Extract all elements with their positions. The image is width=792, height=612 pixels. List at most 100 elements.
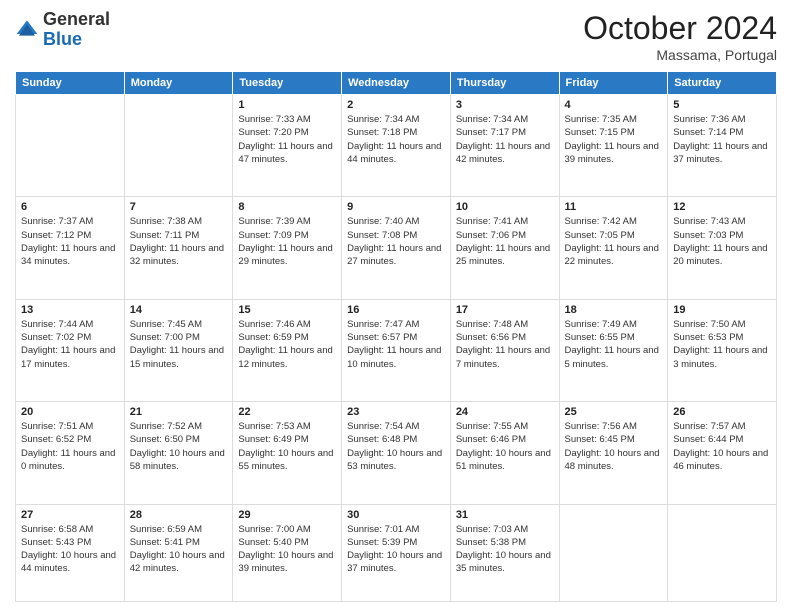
table-row: 10Sunrise: 7:41 AMSunset: 7:06 PMDayligh… [450, 197, 559, 299]
logo-icon [15, 18, 39, 42]
day-number: 4 [565, 99, 663, 111]
day-info: Sunrise: 7:50 AMSunset: 6:53 PMDaylight:… [673, 318, 771, 371]
day-number: 22 [238, 406, 336, 418]
table-row: 31Sunrise: 7:03 AMSunset: 5:38 PMDayligh… [450, 504, 559, 602]
calendar-week-row: 6 Sunrise: 7:37 AMSunset: 7:12 PMDaylight… [16, 197, 777, 299]
header-thursday: Thursday [450, 72, 559, 95]
day-info: Sunrise: 7:37 AMSunset: 7:12 PMDaylight:… [21, 215, 119, 268]
day-number: 6 [21, 201, 119, 213]
day-number: 11 [565, 201, 663, 213]
day-number: 1 [238, 99, 336, 111]
table-row: 28Sunrise: 6:59 AMSunset: 5:41 PMDayligh… [124, 504, 233, 602]
table-row: 12Sunrise: 7:43 AMSunset: 7:03 PMDayligh… [668, 197, 777, 299]
header-wednesday: Wednesday [342, 72, 451, 95]
day-info: Sunrise: 7:55 AMSunset: 6:46 PMDaylight:… [456, 420, 554, 473]
day-number: 8 [238, 201, 336, 213]
day-info: Sunrise: 7:52 AMSunset: 6:50 PMDaylight:… [130, 420, 228, 473]
day-number: 15 [238, 304, 336, 316]
day-number: 3 [456, 99, 554, 111]
day-number: 10 [456, 201, 554, 213]
location: Massama, Portugal [583, 47, 777, 63]
table-row: 11 Sunrise: 7:42 AMSunset: 7:05 PMDayligh… [559, 197, 668, 299]
calendar-page: General Blue October 2024 Massama, Portu… [0, 0, 792, 612]
day-info: Sunrise: 6:58 AMSunset: 5:43 PMDaylight:… [21, 523, 119, 576]
calendar-week-row: 1 Sunrise: 7:33 AMSunset: 7:20 PMDaylight… [16, 95, 777, 197]
table-row: 13 Sunrise: 7:44 AMSunset: 7:02 PMDayligh… [16, 299, 125, 401]
logo-blue-text: Blue [43, 29, 82, 49]
logo-general-text: General [43, 9, 110, 29]
table-row: 21 Sunrise: 7:52 AMSunset: 6:50 PMDayligh… [124, 402, 233, 504]
table-row: 27 Sunrise: 6:58 AMSunset: 5:43 PMDayligh… [16, 504, 125, 602]
table-row: 22 Sunrise: 7:53 AMSunset: 6:49 PMDayligh… [233, 402, 342, 504]
table-row [559, 504, 668, 602]
calendar-week-row: 20 Sunrise: 7:51 AMSunset: 6:52 PMDayligh… [16, 402, 777, 504]
table-row: 19 Sunrise: 7:50 AMSunset: 6:53 PMDayligh… [668, 299, 777, 401]
day-info: Sunrise: 7:46 AMSunset: 6:59 PMDaylight:… [238, 318, 336, 371]
table-row: 1 Sunrise: 7:33 AMSunset: 7:20 PMDaylight… [233, 95, 342, 197]
day-number: 9 [347, 201, 445, 213]
day-number: 25 [565, 406, 663, 418]
day-info: Sunrise: 7:44 AMSunset: 7:02 PMDaylight:… [21, 318, 119, 371]
table-row: 2Sunrise: 7:34 AMSunset: 7:18 PMDaylight… [342, 95, 451, 197]
days-header-row: Sunday Monday Tuesday Wednesday Thursday… [16, 72, 777, 95]
day-info: Sunrise: 7:56 AMSunset: 6:45 PMDaylight:… [565, 420, 663, 473]
table-row: 8 Sunrise: 7:39 AMSunset: 7:09 PMDaylight… [233, 197, 342, 299]
day-number: 26 [673, 406, 771, 418]
day-info: Sunrise: 7:43 AMSunset: 7:03 PMDaylight:… [673, 215, 771, 268]
table-row: 14Sunrise: 7:45 AMSunset: 7:00 PMDayligh… [124, 299, 233, 401]
day-info: Sunrise: 7:00 AMSunset: 5:40 PMDaylight:… [238, 523, 336, 576]
day-info: Sunrise: 7:34 AMSunset: 7:17 PMDaylight:… [456, 113, 554, 166]
table-row: 6 Sunrise: 7:37 AMSunset: 7:12 PMDaylight… [16, 197, 125, 299]
day-number: 20 [21, 406, 119, 418]
table-row: 17 Sunrise: 7:48 AMSunset: 6:56 PMDayligh… [450, 299, 559, 401]
day-info: Sunrise: 7:33 AMSunset: 7:20 PMDaylight:… [238, 113, 336, 166]
day-number: 23 [347, 406, 445, 418]
day-info: Sunrise: 7:39 AMSunset: 7:09 PMDaylight:… [238, 215, 336, 268]
logo: General Blue [15, 10, 110, 50]
table-row: 23 Sunrise: 7:54 AMSunset: 6:48 PMDayligh… [342, 402, 451, 504]
calendar-table: Sunday Monday Tuesday Wednesday Thursday… [15, 71, 777, 602]
header: General Blue October 2024 Massama, Portu… [15, 10, 777, 63]
day-info: Sunrise: 7:53 AMSunset: 6:49 PMDaylight:… [238, 420, 336, 473]
day-number: 5 [673, 99, 771, 111]
day-number: 19 [673, 304, 771, 316]
day-number: 21 [130, 406, 228, 418]
day-info: Sunrise: 7:38 AMSunset: 7:11 PMDaylight:… [130, 215, 228, 268]
table-row [16, 95, 125, 197]
day-info: Sunrise: 7:36 AMSunset: 7:14 PMDaylight:… [673, 113, 771, 166]
table-row: 29 Sunrise: 7:00 AMSunset: 5:40 PMDayligh… [233, 504, 342, 602]
day-number: 24 [456, 406, 554, 418]
day-info: Sunrise: 7:03 AMSunset: 5:38 PMDaylight:… [456, 523, 554, 576]
table-row: 30 Sunrise: 7:01 AMSunset: 5:39 PMDayligh… [342, 504, 451, 602]
day-number: 27 [21, 509, 119, 521]
day-info: Sunrise: 7:51 AMSunset: 6:52 PMDaylight:… [21, 420, 119, 473]
day-number: 7 [130, 201, 228, 213]
day-info: Sunrise: 7:42 AMSunset: 7:05 PMDaylight:… [565, 215, 663, 268]
table-row [124, 95, 233, 197]
day-info: Sunrise: 7:57 AMSunset: 6:44 PMDaylight:… [673, 420, 771, 473]
table-row: 3 Sunrise: 7:34 AMSunset: 7:17 PMDaylight… [450, 95, 559, 197]
table-row: 26 Sunrise: 7:57 AMSunset: 6:44 PMDayligh… [668, 402, 777, 504]
header-sunday: Sunday [16, 72, 125, 95]
calendar-week-row: 27 Sunrise: 6:58 AMSunset: 5:43 PMDayligh… [16, 504, 777, 602]
day-number: 13 [21, 304, 119, 316]
table-row: 18Sunrise: 7:49 AMSunset: 6:55 PMDayligh… [559, 299, 668, 401]
day-number: 28 [130, 509, 228, 521]
table-row: 25 Sunrise: 7:56 AMSunset: 6:45 PMDayligh… [559, 402, 668, 504]
day-number: 29 [238, 509, 336, 521]
table-row: 5 Sunrise: 7:36 AMSunset: 7:14 PMDaylight… [668, 95, 777, 197]
day-info: Sunrise: 7:54 AMSunset: 6:48 PMDaylight:… [347, 420, 445, 473]
header-tuesday: Tuesday [233, 72, 342, 95]
day-info: Sunrise: 7:35 AMSunset: 7:15 PMDaylight:… [565, 113, 663, 166]
day-number: 30 [347, 509, 445, 521]
day-info: Sunrise: 7:48 AMSunset: 6:56 PMDaylight:… [456, 318, 554, 371]
month-title: October 2024 [583, 10, 777, 47]
day-number: 17 [456, 304, 554, 316]
day-info: Sunrise: 7:40 AMSunset: 7:08 PMDaylight:… [347, 215, 445, 268]
table-row: 7 Sunrise: 7:38 AMSunset: 7:11 PMDaylight… [124, 197, 233, 299]
day-info: Sunrise: 7:47 AMSunset: 6:57 PMDaylight:… [347, 318, 445, 371]
table-row: 15 Sunrise: 7:46 AMSunset: 6:59 PMDayligh… [233, 299, 342, 401]
header-friday: Friday [559, 72, 668, 95]
table-row [668, 504, 777, 602]
day-info: Sunrise: 7:01 AMSunset: 5:39 PMDaylight:… [347, 523, 445, 576]
